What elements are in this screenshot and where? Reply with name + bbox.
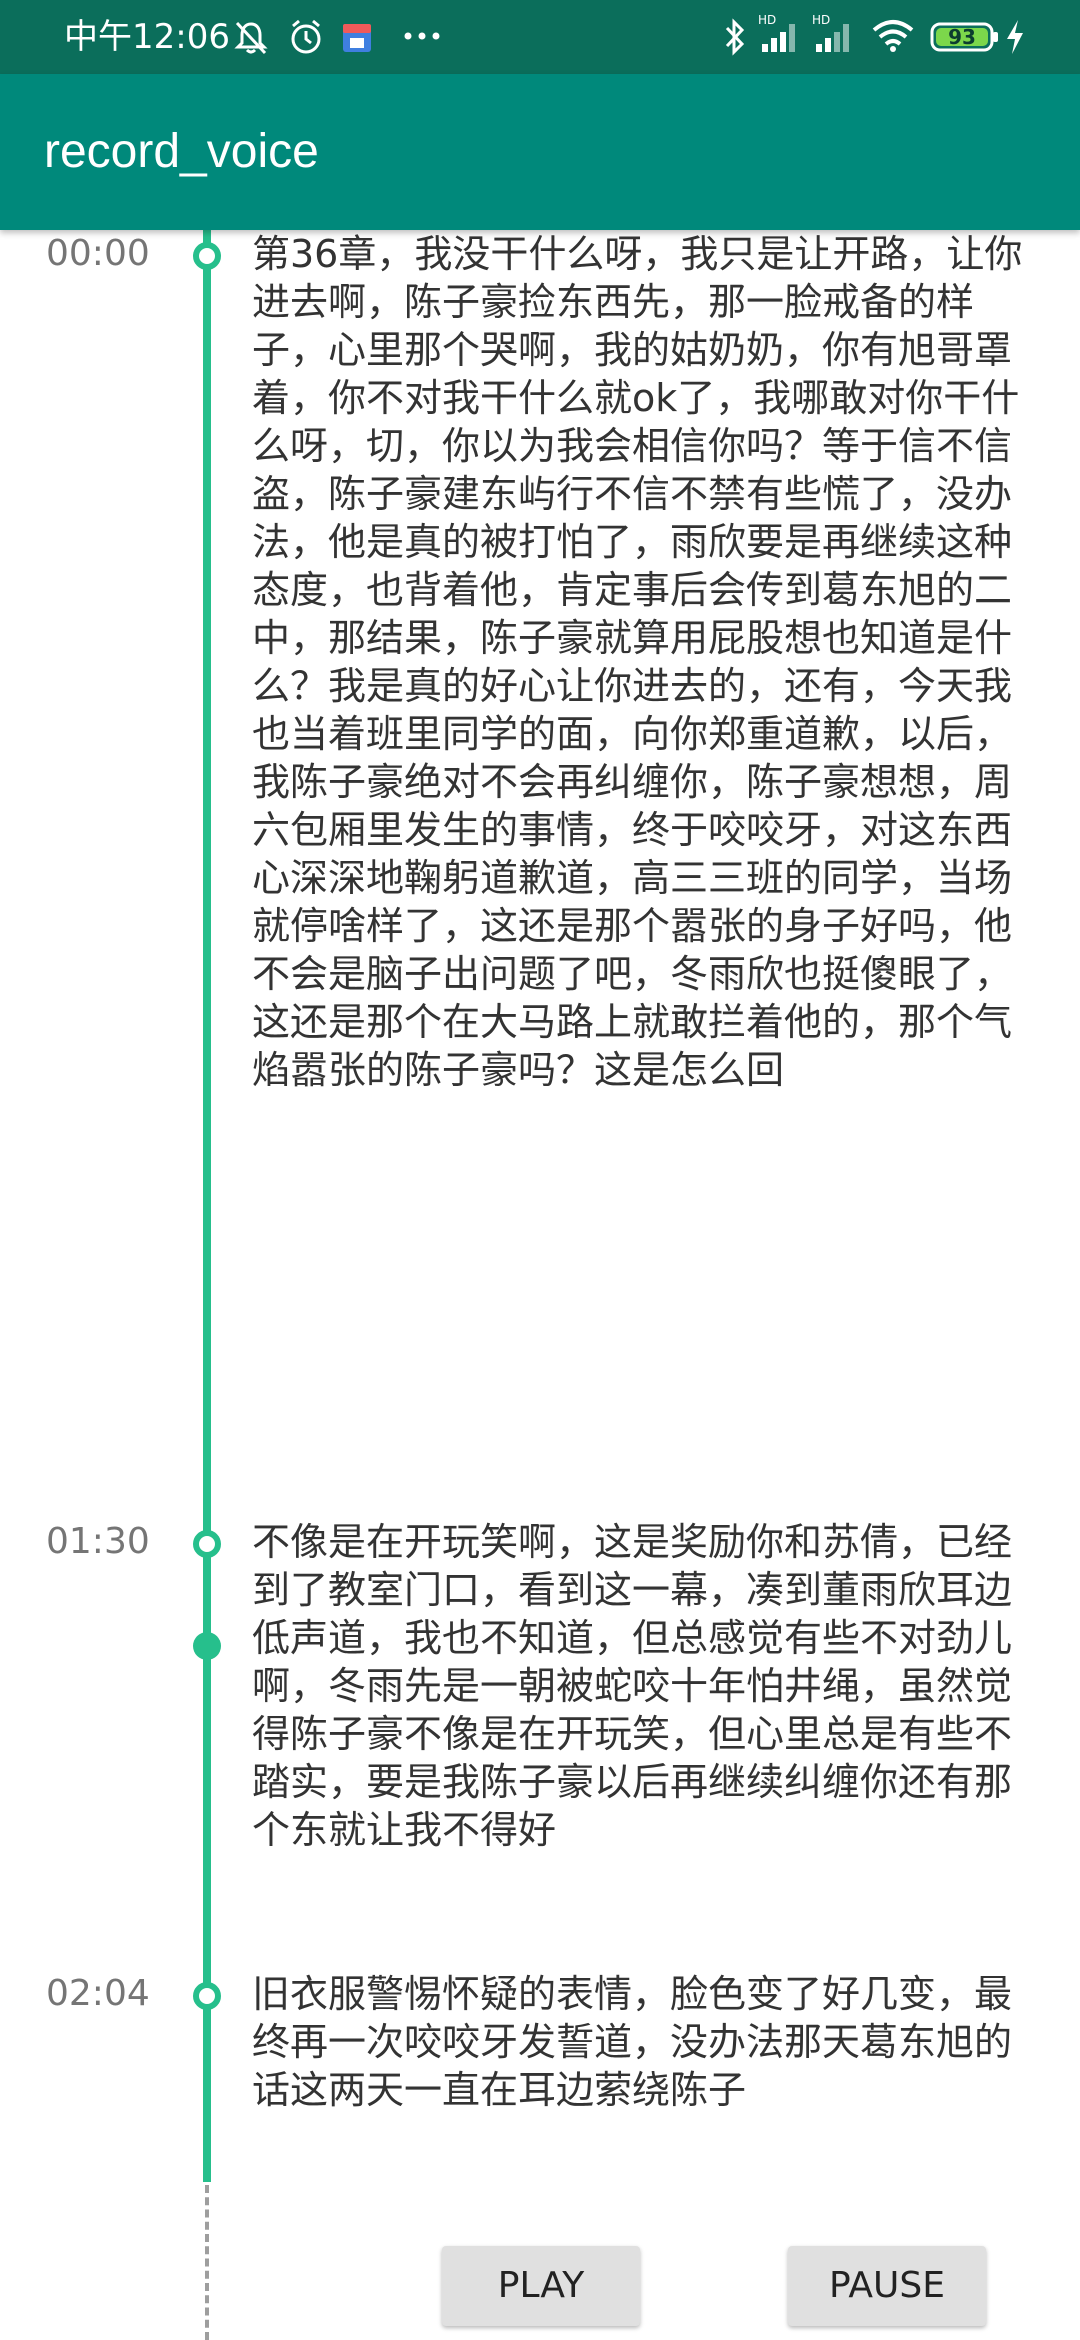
- entry-text: 旧衣服警惕怀疑的表情，脸色变了好几变，最终再一次咬咬牙发誓道，没办法那天葛东旭的…: [252, 1972, 1013, 2112]
- signal-icon: HD: [758, 12, 804, 60]
- store-icon: [340, 20, 374, 58]
- status-bar: 中午12:06 HD HD 93: [0, 0, 1080, 74]
- pause-button[interactable]: PAUSE: [788, 2246, 986, 2326]
- timeline-node-icon: [193, 1982, 221, 2010]
- network-label-2: HD: [812, 13, 830, 27]
- wifi-icon: [872, 18, 914, 56]
- bluetooth-icon: [722, 18, 748, 60]
- signal-icon: HD: [812, 12, 858, 60]
- app-title: record_voice: [44, 125, 319, 178]
- entry-time: 02:04: [46, 1973, 150, 2014]
- network-label-1: HD: [758, 13, 776, 27]
- app-bar: record_voice: [0, 74, 1080, 230]
- more-dots-icon: [402, 24, 442, 52]
- timeline-node-icon: [193, 1530, 221, 1558]
- playback-position-marker[interactable]: [193, 1632, 221, 1660]
- timeline-line-dashed: [205, 2185, 209, 2340]
- entry-time: 00:00: [46, 233, 150, 274]
- play-button[interactable]: PLAY: [442, 2246, 640, 2326]
- timeline-line: [203, 230, 211, 2182]
- entry-text: 不像是在开玩笑啊，这是奖励你和苏倩，已经到了教室门口，看到这一幕，凑到董雨欣耳边…: [252, 1520, 1013, 1852]
- entry-text: 第36章，我没干什么呀，我只是让开路，让你进去啊，陈子豪捡东西先，那一脸戒备的样…: [252, 232, 1023, 1092]
- mute-icon: [234, 20, 268, 60]
- screen: 中午12:06 HD HD 93 record_voice 00:00 第36章…: [0, 0, 1080, 2340]
- alarm-icon: [288, 18, 324, 60]
- timeline-list[interactable]: 00:00 第36章，我没干什么呀，我只是让开路，让你进去啊，陈子豪捡东西先，那…: [0, 230, 1080, 2340]
- battery-level: 93: [948, 25, 976, 49]
- timeline-node-icon: [193, 242, 221, 270]
- entry-time: 01:30: [46, 1521, 150, 1562]
- charging-icon: [1004, 18, 1026, 60]
- battery-icon: 93: [930, 22, 1000, 56]
